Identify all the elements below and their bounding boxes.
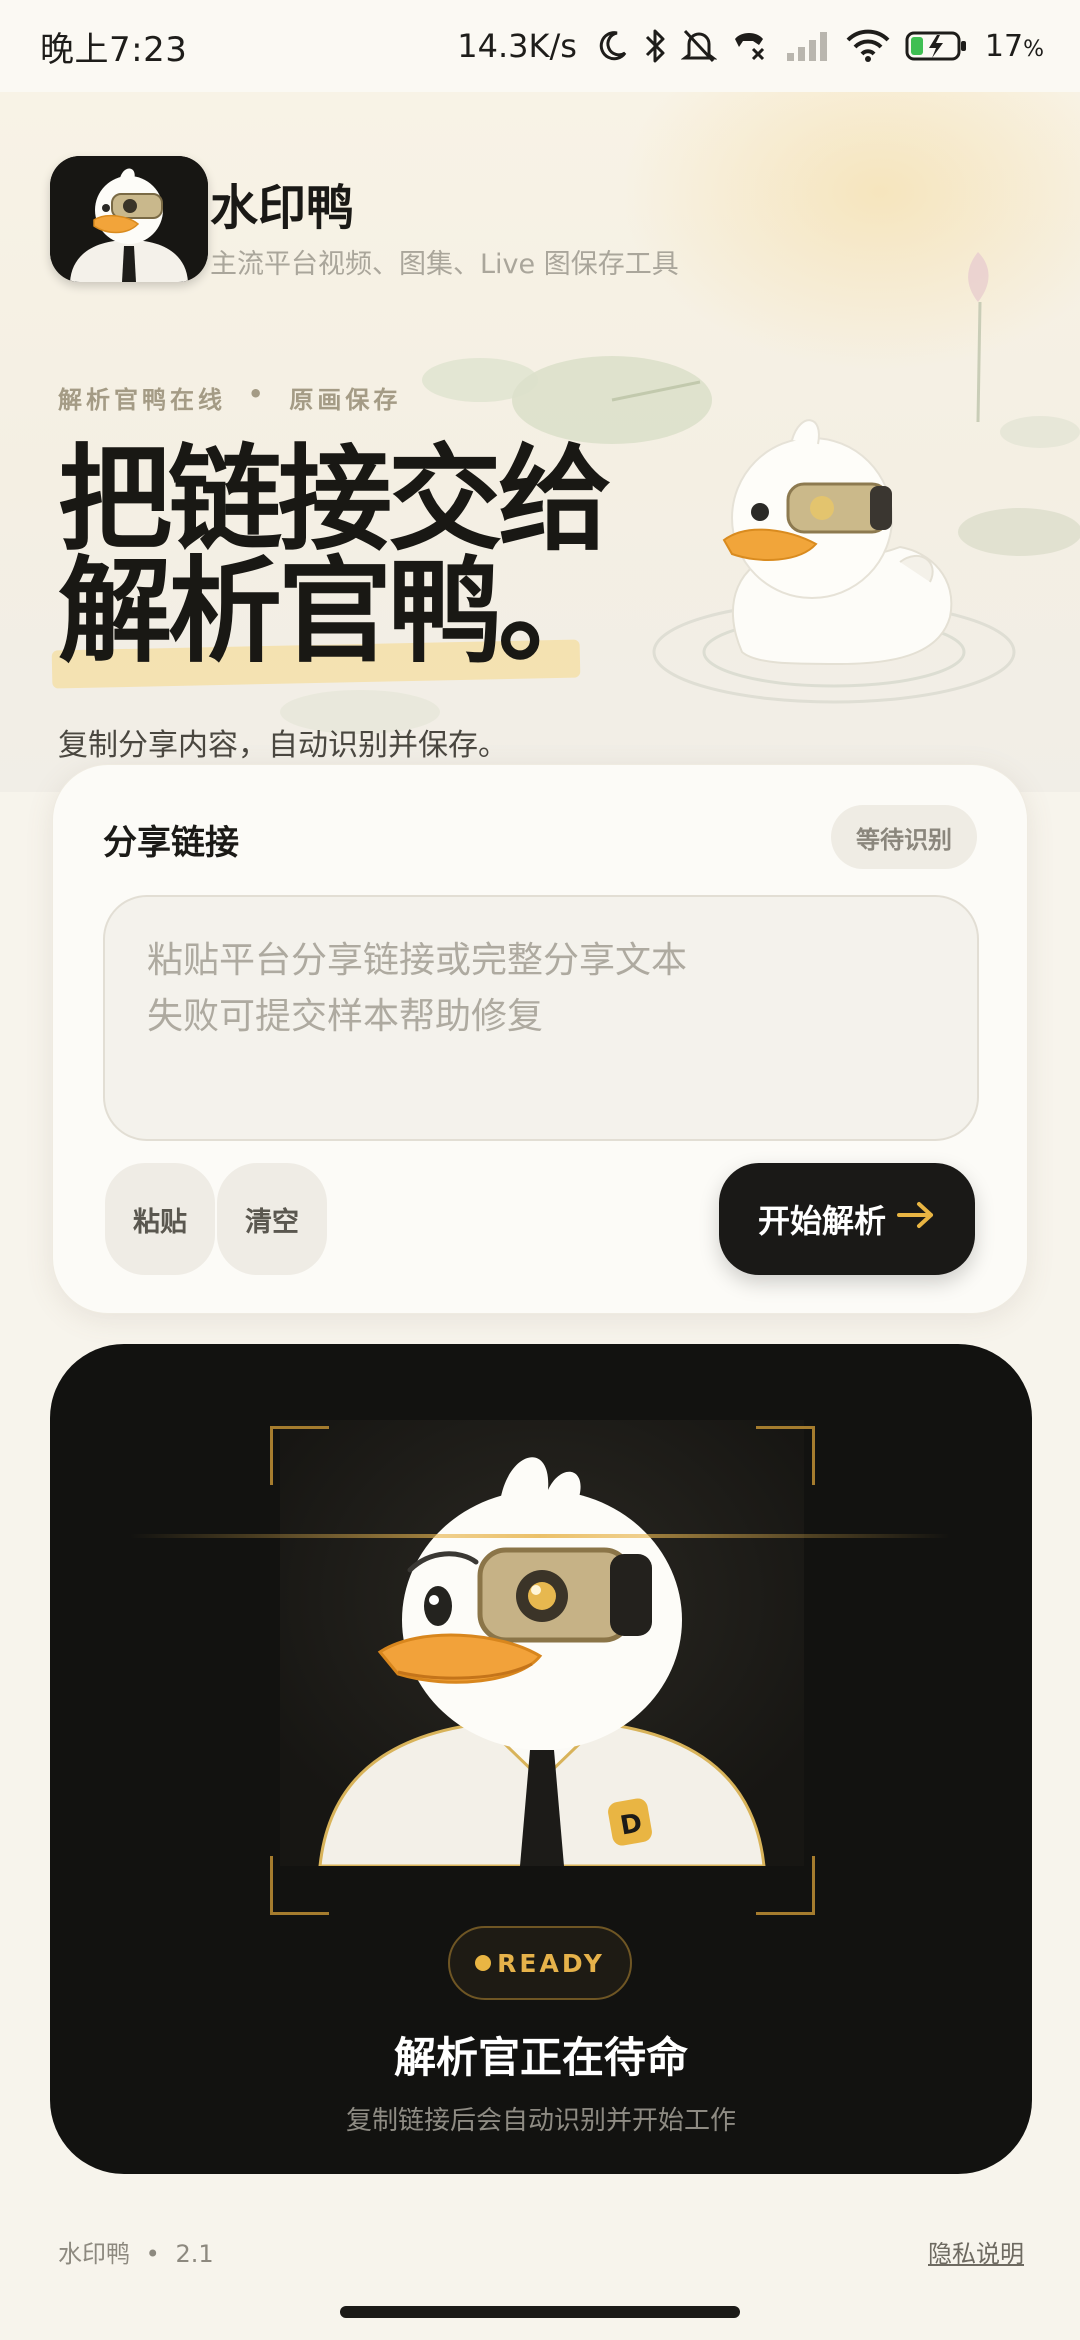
share-link-card: 分享链接 等待识别 粘贴 清空 开始解析: [52, 764, 1028, 1314]
ready-title: 解析官正在待命: [393, 2033, 688, 2082]
clear-button[interactable]: 清空: [217, 1163, 327, 1275]
app-logo: [50, 156, 208, 282]
footer-version-info: 水印鸭 • 2.1: [58, 2234, 214, 2269]
kicker-separator: •: [248, 380, 268, 408]
call-icon: [731, 27, 771, 65]
frame-corner-top-right: [756, 1426, 815, 1485]
network-speed: 14.3K/s: [457, 27, 577, 65]
status-icons: 14.3K/s 17%: [457, 20, 1044, 72]
signal-icon: [785, 29, 831, 63]
app-name: 水印鸭: [210, 180, 355, 236]
frame-corner-top-left: [270, 1426, 329, 1485]
hero-kicker: 解析官鸭在线 • 原画保存: [58, 380, 401, 415]
home-indicator[interactable]: [340, 2306, 740, 2318]
hero-subtitle: 复制分享内容，自动识别并保存。: [58, 728, 508, 763]
start-parse-label: 开始解析: [757, 1202, 886, 1240]
mute-icon: [680, 27, 717, 65]
battery-percent: 17%: [984, 28, 1044, 64]
footer-app-name: 水印鸭: [58, 2240, 130, 2268]
ready-subtitle: 复制链接后会自动识别并开始工作: [345, 2106, 736, 2136]
frame-corner-bottom-left: [270, 1856, 329, 1915]
privacy-policy-link[interactable]: 隐私说明: [928, 2234, 1024, 2269]
footer-version: 2.1: [175, 2240, 214, 2268]
arrow-right-icon: [896, 1200, 936, 1238]
status-dot-icon: [475, 1955, 492, 1971]
bluetooth-icon: [643, 27, 667, 65]
app-tagline: 主流平台视频、图集、Live 图保存工具: [210, 249, 679, 280]
wifi-icon: [845, 28, 891, 64]
footer-separator: •: [145, 2240, 160, 2268]
status-bar: 晚上7:23 14.3K/s 17%: [0, 0, 1080, 92]
paste-button[interactable]: 粘贴: [105, 1163, 215, 1275]
duck-inspector-portrait: D: [280, 1420, 804, 1868]
hero-title-line-2: 解析官鸭。: [58, 545, 612, 678]
recognition-status-badge: 等待识别: [831, 805, 977, 869]
ready-badge-text: READY: [497, 1948, 605, 1978]
scan-line: [130, 1534, 950, 1538]
frame-corner-bottom-right: [756, 1856, 815, 1915]
hero-title: 把链接交给 解析官鸭。: [58, 433, 612, 678]
status-time: 晚上7:23: [40, 30, 188, 70]
ready-status-panel: D READY 解析官正在待命 复制链接后会自动识别并开始工作: [50, 1344, 1032, 2174]
share-link-title: 分享链接: [103, 823, 239, 863]
share-link-input[interactable]: [103, 895, 979, 1141]
hero-title-line-1: 把链接交给: [58, 433, 612, 566]
start-parse-button[interactable]: 开始解析: [719, 1163, 975, 1275]
kicker-original-quality: 原画保存: [289, 386, 402, 414]
kicker-online: 解析官鸭在线: [58, 386, 226, 414]
battery-icon: [905, 29, 969, 63]
moon-icon: [595, 29, 629, 63]
ready-badge: READY: [448, 1926, 632, 2000]
